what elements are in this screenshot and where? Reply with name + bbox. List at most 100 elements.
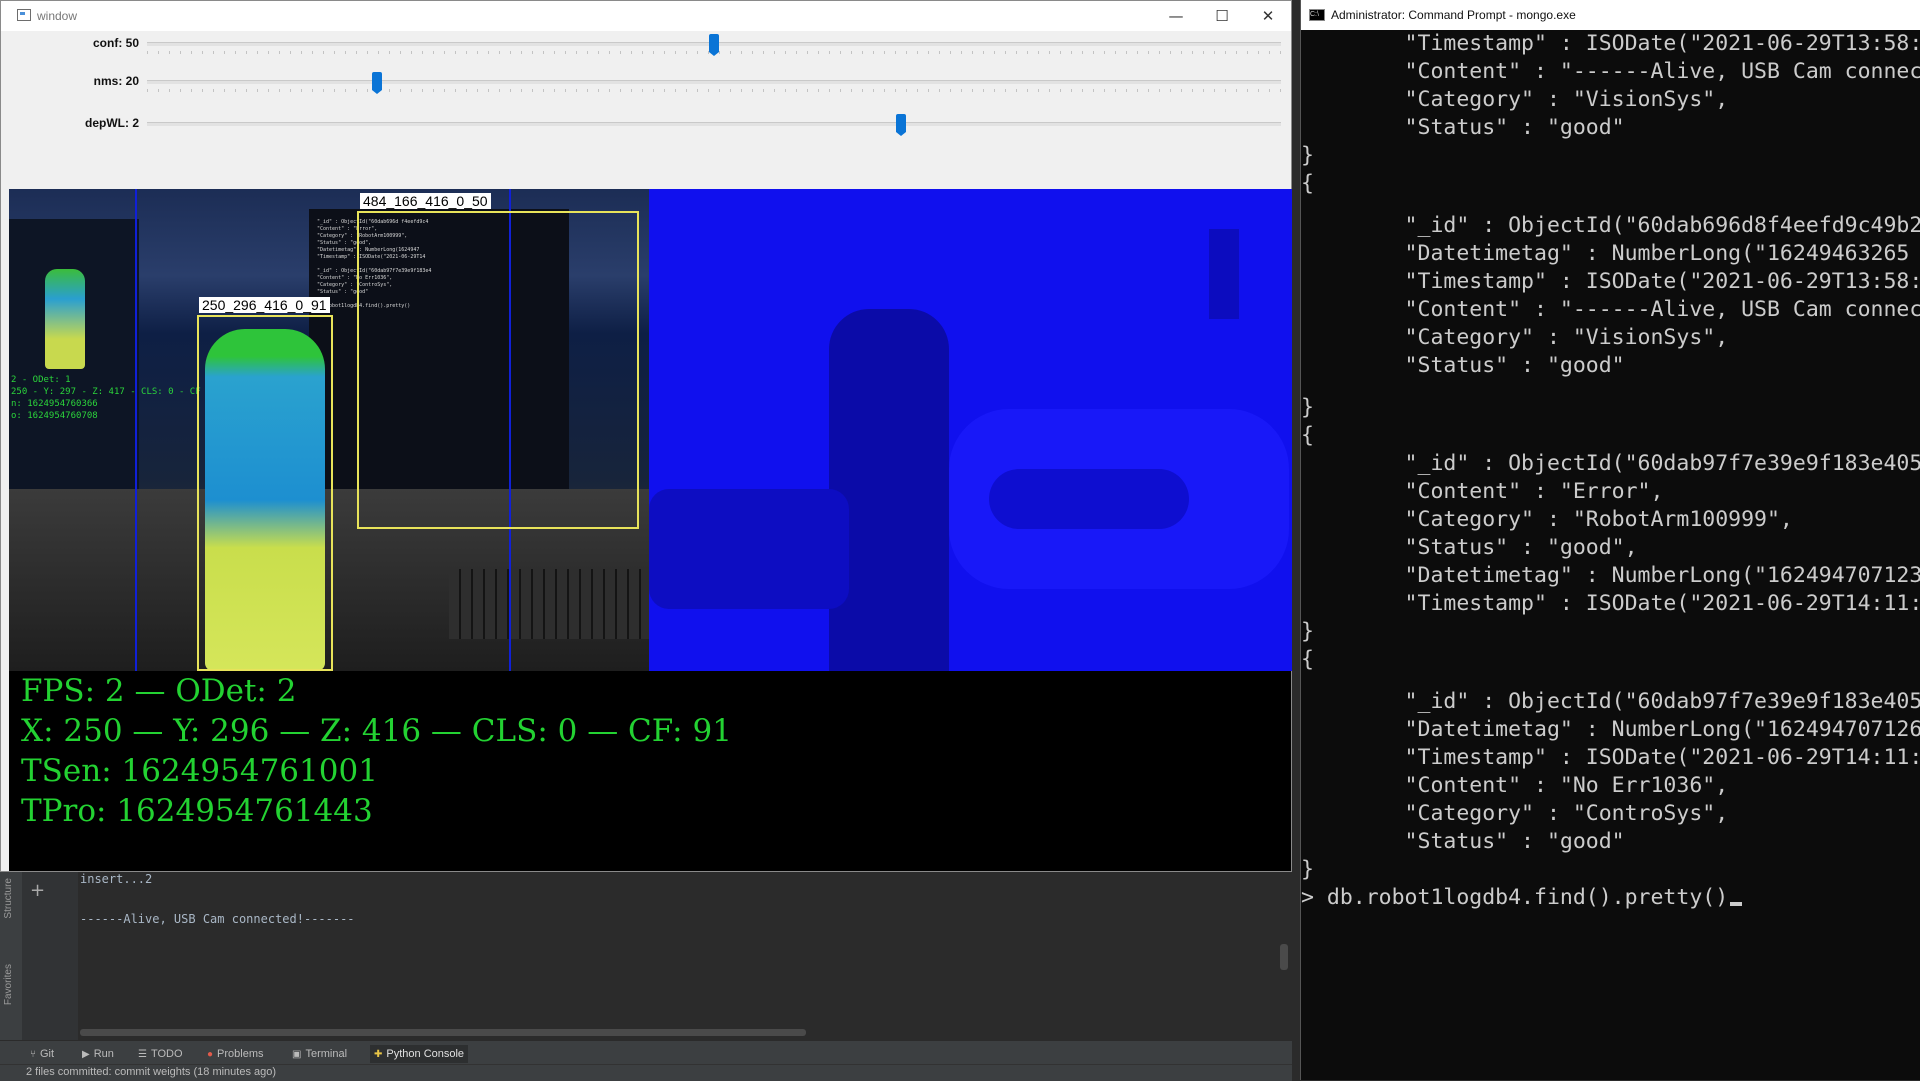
tool-window-bar: ⑂ Git ▶ Run ☰ TODO ● Problems ▣ Terminal ✚ Pyt… [0,1040,1292,1065]
cmd-line: { [1301,647,1314,672]
maximize-button[interactable]: ☐ [1199,1,1245,31]
cmd-prompt-text: > db.robot1logdb4.find().pretty() [1301,885,1729,910]
cmd-title: Administrator: Command Prompt - mongo.ex… [1331,8,1576,22]
vertical-scrollbar[interactable] [1280,944,1288,970]
window-title: window [37,9,78,23]
tool-python-console-label: Python Console [386,1048,465,1060]
git-icon: ⑂ [30,1049,36,1060]
tool-todo-button[interactable]: ☰ TODO [134,1045,187,1063]
tool-run-button[interactable]: ▶ Run [78,1045,118,1063]
detection-box-bottle [197,315,333,671]
cmd-app-icon: C:\ [1309,9,1325,21]
trackbar-conf[interactable]: conf: 50 [1,29,1291,59]
tool-todo-label: TODO [150,1048,183,1060]
opencv-window: window — ☐ ✕ conf: 50 nms: 20 depWL: 2 "… [0,0,1292,872]
cmd-line: } [1301,395,1314,420]
tool-git-button[interactable]: ⑂ Git [26,1045,58,1063]
python-console-output[interactable]: insert...2 ------Alive, USB Cam connecte… [80,872,1280,1032]
cmd-line: "_id" : ObjectId("60dab97f7e39e9f183e405 [1301,451,1920,476]
cmd-prompt-line[interactable]: > db.robot1logdb4.find().pretty() [1301,884,1743,912]
cmd-titlebar[interactable]: C:\ Administrator: Command Prompt - mong… [1301,0,1920,30]
side-tab-structure[interactable]: Structure [3,878,14,919]
cmd-line: { [1301,171,1314,196]
horizontal-scrollbar[interactable] [80,1029,806,1036]
tool-python-console-button[interactable]: ✚ Python Console [370,1045,469,1063]
depth-blob-bottle [829,309,949,671]
python-console-icon: ✚ [374,1049,383,1060]
camera-overlay-text: 2 - ODet: 1 250 - Y: 297 - Z: 417 - CLS:… [11,375,201,421]
depth-map [649,189,1292,671]
cmd-line: "Content" : "------Alive, USB Cam connec [1301,297,1920,322]
cmd-line: "Datetimetag" : NumberLong("162494707123 [1301,563,1920,588]
cmd-output[interactable]: "Timestamp" : ISODate("2021-06-29T13:58:… [1301,30,1920,1080]
trackbar-conf-thumb[interactable] [709,34,719,56]
cmd-line: "Content" : "------Alive, USB Cam connec [1301,59,1920,84]
trackbar-conf-label: conf: 50 [92,36,139,50]
tool-problems-button[interactable]: ● Problems [203,1045,268,1063]
trackbar-depwl-rail[interactable] [147,122,1281,126]
cmd-line: "Datetimetag" : NumberLong("16249463265 [1301,241,1910,266]
cmd-line: "Category" : "VisionSys", [1301,87,1729,112]
trackbar-nms-label: nms: 20 [93,74,139,88]
trackbar-depwl[interactable]: depWL: 2 [1,109,1291,139]
stats-position: X: 250 — Y: 296 — Z: 416 — CLS: 0 — CF: … [21,713,732,749]
roi-line-left [135,189,137,671]
cmd-line: "_id" : ObjectId("60dab97f7e39e9f183e405 [1301,689,1920,714]
trackbar-depwl-label: depWL: 2 [85,116,139,130]
close-button[interactable]: ✕ [1245,1,1291,31]
detection-label-monitor: 484_166_416_0_50 [360,193,491,209]
window-titlebar[interactable]: window — ☐ ✕ [1,1,1291,31]
depth-blob-desk [649,489,849,609]
window-app-icon [17,9,31,21]
cmd-line: "Timestamp" : ISODate("2021-06-29T13:58: [1301,269,1920,294]
command-prompt-window: C:\ Administrator: Command Prompt - mong… [1300,0,1920,1080]
cmd-line: "Content" : "Error", [1301,479,1664,504]
tool-run-label: Run [93,1048,114,1060]
minimize-button[interactable]: — [1153,1,1199,31]
stats-panel: FPS: 2 — ODet: 2 X: 250 — Y: 296 — Z: 41… [9,671,1291,871]
cmd-line: { [1301,423,1314,448]
todo-icon: ☰ [138,1049,147,1060]
trackbar-depwl-thumb[interactable] [896,114,906,136]
vcs-status-text[interactable]: 2 files committed: commit weights (18 mi… [26,1066,276,1078]
cmd-line: "Datetimetag" : NumberLong("162494707126 [1301,717,1920,742]
stats-fps: FPS: 2 — ODet: 2 [21,673,297,709]
trackbar-nms-ticks [147,89,1281,92]
add-console-icon[interactable]: + [30,880,45,901]
trackbar-nms-rail[interactable] [147,80,1281,84]
cmd-line: "_id" : ObjectId("60dab696d8f4eefd9c49b2 [1301,213,1920,238]
cmd-line: "Timestamp" : ISODate("2021-06-29T14:11: [1301,745,1920,770]
run-icon: ▶ [82,1049,90,1060]
side-tab-favorites[interactable]: Favorites [3,964,14,1005]
trackbar-nms-thumb[interactable] [372,72,382,94]
cmd-line: } [1301,619,1314,644]
cmd-line: "Content" : "No Err1036", [1301,773,1729,798]
terminal-icon: ▣ [292,1049,302,1060]
ide-status-bar: 2 files committed: commit weights (18 mi… [0,1064,1292,1081]
camera-feed: "_id" : ObjectId("60dab696d f4eefd9c4 "C… [9,189,649,671]
text-cursor [1730,902,1743,906]
tool-git-label: Git [40,1048,55,1060]
depth-blob-edge [1209,229,1239,319]
cmd-line: "Timestamp" : ISODate("2021-06-29T13:58: [1301,31,1920,56]
cmd-line: "Category" : "VisionSys", [1301,325,1729,350]
detection-label-bottle: 250_296_416_0_91 [199,297,330,313]
detection-box-monitor [357,211,639,529]
keyboard [449,569,649,639]
ide-side-strip: Structure Favorites [0,872,23,1050]
cmd-line: "Status" : "good" [1301,829,1625,854]
trackbar-nms[interactable]: nms: 20 [1,67,1291,97]
cmd-line: "Status" : "good", [1301,535,1638,560]
problems-icon: ● [207,1049,214,1060]
ide-panel: Structure Favorites + insert...2 ------A… [0,872,1292,1081]
bottle-reflection [45,269,85,369]
cmd-line: } [1301,143,1314,168]
console-line: ------Alive, USB Cam connected!------- [80,912,355,926]
background-monitor [9,219,139,519]
stats-tpro: TPro: 1624954761443 [21,793,373,829]
depth-blob-keyboard [989,469,1189,529]
tool-terminal-button[interactable]: ▣ Terminal [288,1045,351,1063]
cmd-line: "Category" : "ControSys", [1301,801,1729,826]
stats-tsen: TSen: 1624954761001 [21,753,378,789]
cmd-line: "Category" : "RobotArm100999", [1301,507,1793,532]
